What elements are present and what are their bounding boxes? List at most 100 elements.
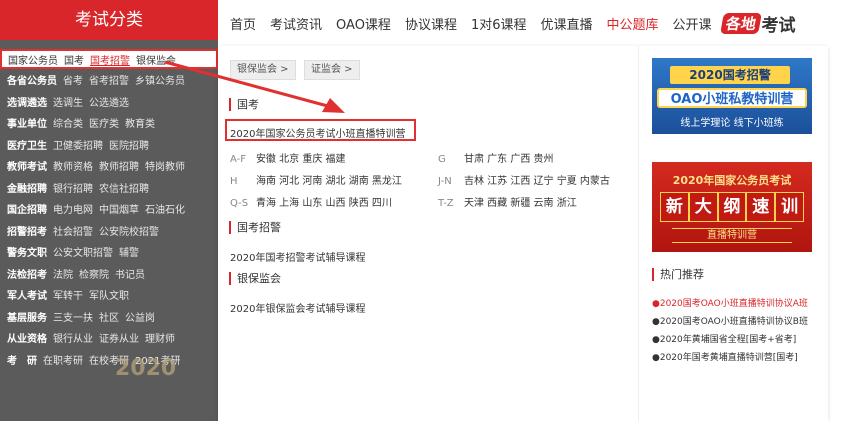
sidebar-category[interactable]: 选调遴选 [7,94,47,109]
section-title-guokao-police: 国考招警 [229,221,281,234]
sidebar-subitem[interactable]: 在校考研 [89,352,129,367]
province-group-t-z[interactable]: T-Z 天津 西藏 新疆 云南 浙江 [438,194,577,209]
banner-char: 训 [775,192,804,222]
sidebar-first-row[interactable]: 国家公务员 国考 国考招警 银保监会 [0,49,218,69]
banner-subtitle: 线上学理论 线下小班练 [680,118,784,129]
sidebar-category[interactable]: 教师考试 [7,158,47,173]
province-group-h[interactable]: H 海南 河北 河南 湖北 湖南 黑龙江 [230,172,402,187]
nav-open-class[interactable]: 公开课 [673,14,712,33]
sidebar-row: 警务文职 公安文职招警 辅警 [0,241,218,263]
tag-csrc[interactable]: 证监会 > [304,60,360,80]
province-names[interactable]: 青海 上海 山东 山西 陕西 四川 [256,198,392,209]
hot-item[interactable]: ●2020年国考黄埔直播特训营[国考] [652,350,798,363]
sidebar-subitem[interactable]: 银行从业 [53,330,93,345]
province-group-g[interactable]: G 甘肃 广东 广西 贵州 [438,150,554,165]
sidebar-subitem[interactable]: 省考 [63,72,83,87]
sidebar-subitem[interactable]: 公安文职招警 [53,244,113,259]
sidebar-subitem[interactable]: 教师资格 [53,158,93,173]
sidebar-subitem[interactable]: 石油石化 [145,201,185,216]
link-guokao-police-course[interactable]: 2020年国考招警考试辅导课程 [230,249,365,264]
sidebar-subitem[interactable]: 银行招聘 [53,180,93,195]
sidebar-subitem[interactable]: 军转干 [53,287,83,302]
hot-item[interactable]: ●2020国考OAO小班直播特训协议A班 [652,296,808,309]
sidebar-category[interactable]: 军人考试 [7,287,47,302]
province-group-a-f[interactable]: A-F 安徽 北京 重庆 福建 [230,150,346,165]
sidebar-subitem[interactable]: 理财师 [145,330,175,345]
sidebar-category[interactable]: 医疗卫生 [7,137,47,152]
banner-oao-small-class[interactable]: 2020国考招警 OAO小班私教特训营 线上学理论 线下小班练 [652,58,812,134]
province-names[interactable]: 天津 西藏 新疆 云南 浙江 [464,198,577,209]
sidebar-subitem[interactable]: 公益岗 [125,309,155,324]
sidebar-subitem[interactable]: 选调生 [53,94,83,109]
sidebar-subitem[interactable]: 综合类 [53,115,83,130]
province-names[interactable]: 安徽 北京 重庆 福建 [256,154,346,165]
hot-item[interactable]: ●2020国考OAO小班直播特训协议B班 [652,314,808,327]
banner-char-row: 新 大 纲 速 训 [660,192,804,222]
sidebar-item-national-civil-servant[interactable]: 国家公务员 [8,52,58,67]
sidebar-subitem[interactable]: 三支一扶 [53,309,93,324]
sidebar-subitem[interactable]: 公选遴选 [89,94,129,109]
regional-exam-logo-link[interactable]: 各地 考试 [719,11,796,36]
top-navigation: 首页 考试资讯 OAO课程 协议课程 1对6课程 优课直播 中公题库 公开课 各… [218,0,851,46]
sidebar-subitem[interactable]: 法院 [53,266,73,281]
sidebar-row: 各省公务员 省考 省考招警 乡镇公务员 [0,69,218,91]
sidebar-subitem[interactable]: 2021考研 [135,352,180,367]
sidebar-subitem[interactable]: 特岗教师 [145,158,185,173]
banner-new-syllabus[interactable]: 2020年国家公务员考试 新 大 纲 速 训 直播特训营 [652,162,812,252]
sidebar-title: 考试分类 [0,0,218,40]
province-group-q-s[interactable]: Q-S 青海 上海 山东 山西 陕西 四川 [230,194,392,209]
nav-oao-course[interactable]: OAO课程 [336,14,391,33]
sidebar-row: 医疗卫生 卫健委招聘 医院招聘 [0,134,218,156]
nav-exam-news[interactable]: 考试资讯 [270,14,322,33]
sidebar-subitem[interactable]: 乡镇公务员 [135,72,185,87]
sidebar-row: 从业资格 银行从业 证券从业 理财师 [0,327,218,349]
nav-agreement-course[interactable]: 协议课程 [405,14,457,33]
sidebar-subitem[interactable]: 省考招警 [89,72,129,87]
nav-question-bank[interactable]: 中公题库 [607,14,659,33]
nav-1v6-course[interactable]: 1对6课程 [471,14,527,33]
link-cbirc-course[interactable]: 2020年银保监会考试辅导课程 [230,300,365,315]
sidebar-subitem[interactable]: 在职考研 [43,352,83,367]
sidebar-category[interactable]: 金融招聘 [7,180,47,195]
tag-cbirc[interactable]: 银保监会 > [230,60,296,80]
sidebar-subitem[interactable]: 社会招警 [53,223,93,238]
sidebar-category[interactable]: 各省公务员 [7,72,57,87]
sidebar-subitem[interactable]: 教师招聘 [99,158,139,173]
sidebar-category[interactable]: 警务文职 [7,244,47,259]
province-group-j-n[interactable]: J-N 吉林 江苏 江西 辽宁 宁夏 内蒙古 [438,172,610,187]
regional-text: 考试 [761,15,796,36]
sidebar-subitem[interactable]: 教育类 [125,115,155,130]
sidebar-subitem[interactable]: 辅警 [119,244,139,259]
sidebar-subitem[interactable]: 卫健委招聘 [53,137,103,152]
sidebar-category[interactable]: 招警招考 [7,223,47,238]
sidebar-category[interactable]: 基层服务 [7,309,47,324]
nav-home[interactable]: 首页 [230,14,256,33]
sidebar-item-guokao-police[interactable]: 国考招警 [90,52,130,67]
sidebar-subitem[interactable]: 农信社招聘 [99,180,149,195]
sidebar-subitem[interactable]: 证券从业 [99,330,139,345]
sidebar-subitem[interactable]: 社区 [99,309,119,324]
province-names[interactable]: 海南 河北 河南 湖北 湖南 黑龙江 [256,176,402,187]
province-names[interactable]: 吉林 江苏 江西 辽宁 宁夏 内蒙古 [464,176,610,187]
sidebar-item-cbirc[interactable]: 银保监会 [136,52,176,67]
province-names[interactable]: 甘肃 广东 广西 贵州 [464,154,554,165]
hot-item[interactable]: ●2020年黄埔国省全程[国考+省考] [652,332,796,345]
sidebar-category[interactable]: 事业单位 [7,115,47,130]
sidebar-subitem[interactable]: 公安院校招警 [99,223,159,238]
sidebar-subitem[interactable]: 医院招聘 [109,137,149,152]
sidebar-subitem[interactable]: 电力电网 [53,201,93,216]
sidebar-item-guokao[interactable]: 国考 [64,52,84,67]
sidebar-subitem[interactable]: 检察院 [79,266,109,281]
sidebar-category[interactable]: 考 研 [7,352,37,367]
sidebar-subitem[interactable]: 军队文职 [89,287,129,302]
nav-live-class[interactable]: 优课直播 [541,14,593,33]
sidebar-subitem[interactable]: 医疗类 [89,115,119,130]
banner-char: 新 [660,192,689,222]
banner-title: 2020国考招警 [670,66,790,84]
sidebar-subitem[interactable]: 中国烟草 [99,201,139,216]
sidebar-category[interactable]: 法检招考 [7,266,47,281]
sidebar-subitem[interactable]: 书记员 [115,266,145,281]
sidebar-category[interactable]: 从业资格 [7,330,47,345]
link-guokao-small-class[interactable]: 2020年国家公务员考试小班直播特训营 [230,125,405,140]
sidebar-category[interactable]: 国企招聘 [7,201,47,216]
